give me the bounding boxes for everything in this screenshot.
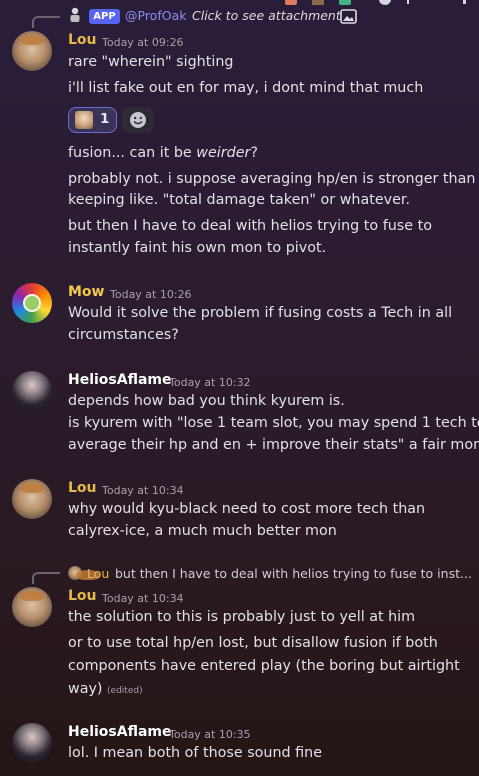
message-text: is kyurem with "lose 1 team slot, you ma… [68, 415, 479, 431]
toolbar-fragment [285, 0, 475, 6]
reaction-fragment-icon [285, 0, 297, 5]
message-text: lol. I mean both of those sound fine [68, 745, 322, 761]
message-text: depends how bad you think kyurem is. [68, 393, 345, 409]
avatar[interactable] [12, 479, 52, 519]
timestamp: Today at 09:26 [102, 36, 184, 49]
top-reply-bar[interactable]: APP @ProfOak Click to see attachment [0, 0, 479, 30]
message-text: way) (edited) [68, 678, 143, 702]
reply-author[interactable]: Lou [87, 566, 109, 581]
message-text: i'll list fake out en for may, i dont mi… [68, 80, 424, 96]
message-text: average their hp and en + improve their … [68, 437, 479, 453]
avatar[interactable] [12, 371, 52, 411]
author-name[interactable]: Lou [68, 588, 97, 604]
emoji-fragment-icon [312, 0, 324, 5]
avatar[interactable] [12, 723, 52, 763]
timestamp: Today at 10:34 [102, 484, 184, 497]
reply-preview[interactable]: but then I have to deal with helios tryi… [115, 566, 472, 581]
image-icon [340, 9, 357, 24]
timestamp: Today at 10:26 [110, 288, 192, 301]
reaction-count: 1 [100, 111, 110, 127]
menu-fragment-icon[interactable] [463, 0, 466, 4]
timestamp: Today at 10:32 [169, 376, 251, 389]
timestamp: Today at 10:35 [169, 728, 251, 741]
text-segment: ? [250, 145, 258, 161]
reply-mention[interactable]: @ProfOak [125, 8, 186, 23]
message-text: probably not. i suppose averaging hp/en … [68, 171, 476, 187]
more-fragment-icon[interactable] [379, 0, 391, 5]
message-text: components have entered play (the boring… [68, 658, 460, 674]
edit-fragment-icon[interactable] [407, 0, 409, 4]
author-name[interactable]: Mow [68, 284, 104, 300]
reply-connector [32, 16, 60, 28]
message-text: rare "wherein" sighting [68, 54, 234, 70]
app-badge: APP [89, 9, 120, 24]
message-text: circumstances? [68, 327, 179, 343]
author-name[interactable]: HeliosAflame [68, 372, 172, 388]
check-fragment-icon [339, 0, 351, 5]
avatar[interactable] [12, 283, 52, 323]
author-name[interactable]: Lou [68, 480, 97, 496]
add-reaction-button[interactable] [122, 107, 154, 133]
message-text: keeping like. "total damage taken" or wh… [68, 192, 411, 208]
author-name[interactable]: Lou [68, 32, 97, 48]
message-text: fusion... can it be weirder? [68, 142, 258, 164]
smiley-icon [130, 112, 146, 128]
avatar[interactable] [12, 587, 52, 627]
message-text: calyrex-ice, a much much better mon [68, 523, 337, 539]
reply-avatar [68, 566, 100, 580]
edited-label: (edited) [107, 686, 143, 696]
message-text: why would kyu-black need to cost more te… [68, 501, 426, 517]
reaction-emoji-icon [75, 111, 93, 129]
italic-text: weirder [196, 145, 251, 161]
message-text: but then I have to deal with helios tryi… [68, 218, 432, 234]
author-name[interactable]: HeliosAflame [68, 724, 172, 740]
message-text: instantly faint his own mon to pivot. [68, 240, 327, 256]
reply-attachment-text[interactable]: Click to see attachment [192, 8, 341, 23]
reaction-pill[interactable]: 1 [68, 107, 117, 133]
message-text: Would it solve the problem if fusing cos… [68, 305, 453, 321]
reply-connector [32, 572, 60, 584]
avatar[interactable] [12, 31, 52, 71]
text-segment: way) [68, 681, 103, 697]
timestamp: Today at 10:34 [102, 592, 184, 605]
message-text: the solution to this is probably just to… [68, 609, 416, 625]
message-text: or to use total hp/en lost, but disallow… [68, 635, 438, 651]
text-segment: fusion... can it be [68, 145, 197, 161]
bot-avatar-icon [70, 7, 80, 22]
